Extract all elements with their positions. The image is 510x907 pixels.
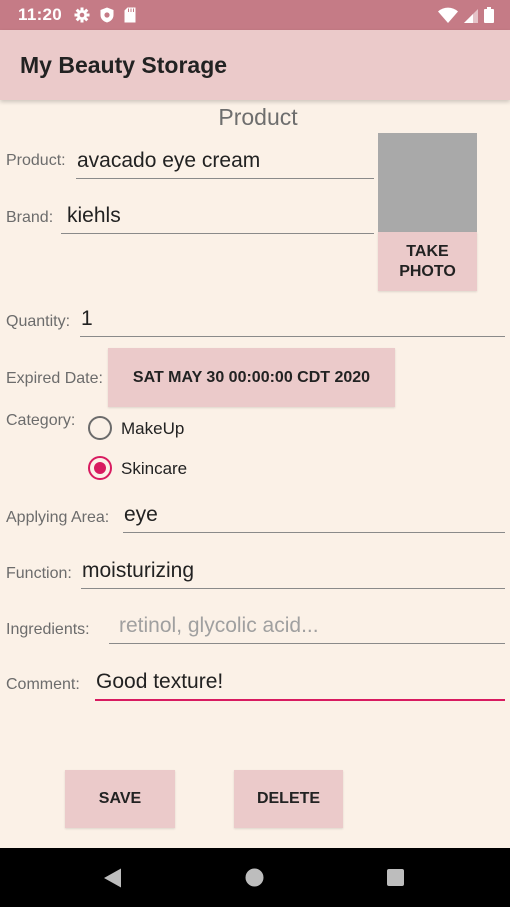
save-button[interactable]: SAVE (65, 770, 175, 828)
makeup-radio-label[interactable]: MakeUp (121, 419, 184, 439)
navigation-bar (0, 848, 510, 907)
comment-value: Good texture! (96, 670, 224, 693)
function-input[interactable]: moisturizing (81, 555, 505, 589)
ingredients-label: Ingredients: (6, 621, 90, 638)
ingredients-input[interactable]: retinol, glycolic acid... (109, 610, 505, 644)
delete-button[interactable]: DELETE (234, 770, 343, 828)
status-time: 11:20 (18, 5, 63, 24)
product-input[interactable]: avacado eye cream (76, 145, 374, 179)
wifi-icon (438, 7, 458, 23)
comment-input[interactable]: Good texture! (95, 667, 505, 701)
brand-input[interactable]: kiehls (61, 200, 374, 234)
take-photo-button[interactable]: TAKE PHOTO (378, 232, 477, 291)
gear-icon (74, 7, 90, 23)
applying-area-value: eye (124, 503, 158, 526)
product-value: avacado eye cream (77, 149, 261, 172)
quantity-label: Quantity: (6, 313, 71, 330)
function-value: moisturizing (82, 559, 195, 582)
sd-card-icon (124, 7, 136, 23)
skincare-radio[interactable] (88, 456, 112, 480)
status-bar: 11:20 (0, 0, 510, 30)
expired-date-button[interactable]: SAT MAY 30 00:00:00 CDT 2020 (108, 348, 395, 407)
category-label: Category: (6, 412, 76, 429)
app-title: My Beauty Storage (20, 52, 228, 78)
home-icon[interactable] (245, 868, 264, 887)
function-label: Function: (6, 565, 72, 582)
quantity-value: 1 (81, 307, 93, 330)
applying-area-input[interactable]: eye (123, 499, 505, 533)
quantity-input[interactable]: 1 (80, 303, 505, 337)
brand-label: Brand: (6, 209, 54, 226)
back-icon[interactable] (104, 868, 122, 888)
ingredients-placeholder: retinol, glycolic acid... (119, 614, 319, 637)
brand-value: kiehls (67, 204, 121, 227)
battery-icon (484, 7, 494, 23)
section-title: Product (218, 104, 298, 130)
product-photo-placeholder (378, 133, 477, 232)
makeup-radio[interactable] (88, 416, 112, 440)
recents-icon[interactable] (387, 869, 404, 886)
shield-icon (100, 7, 114, 23)
product-label: Product: (6, 152, 66, 169)
applying-area-label: Applying Area: (6, 509, 110, 526)
status-right-icons (438, 7, 494, 23)
status-left-icons (74, 7, 136, 23)
skincare-radio-label[interactable]: Skincare (121, 459, 187, 479)
cell-signal-icon (464, 9, 478, 23)
expired-date-label: Expired Date: (6, 370, 103, 387)
comment-label: Comment: (6, 676, 80, 693)
app-bar: My Beauty Storage (0, 30, 510, 100)
